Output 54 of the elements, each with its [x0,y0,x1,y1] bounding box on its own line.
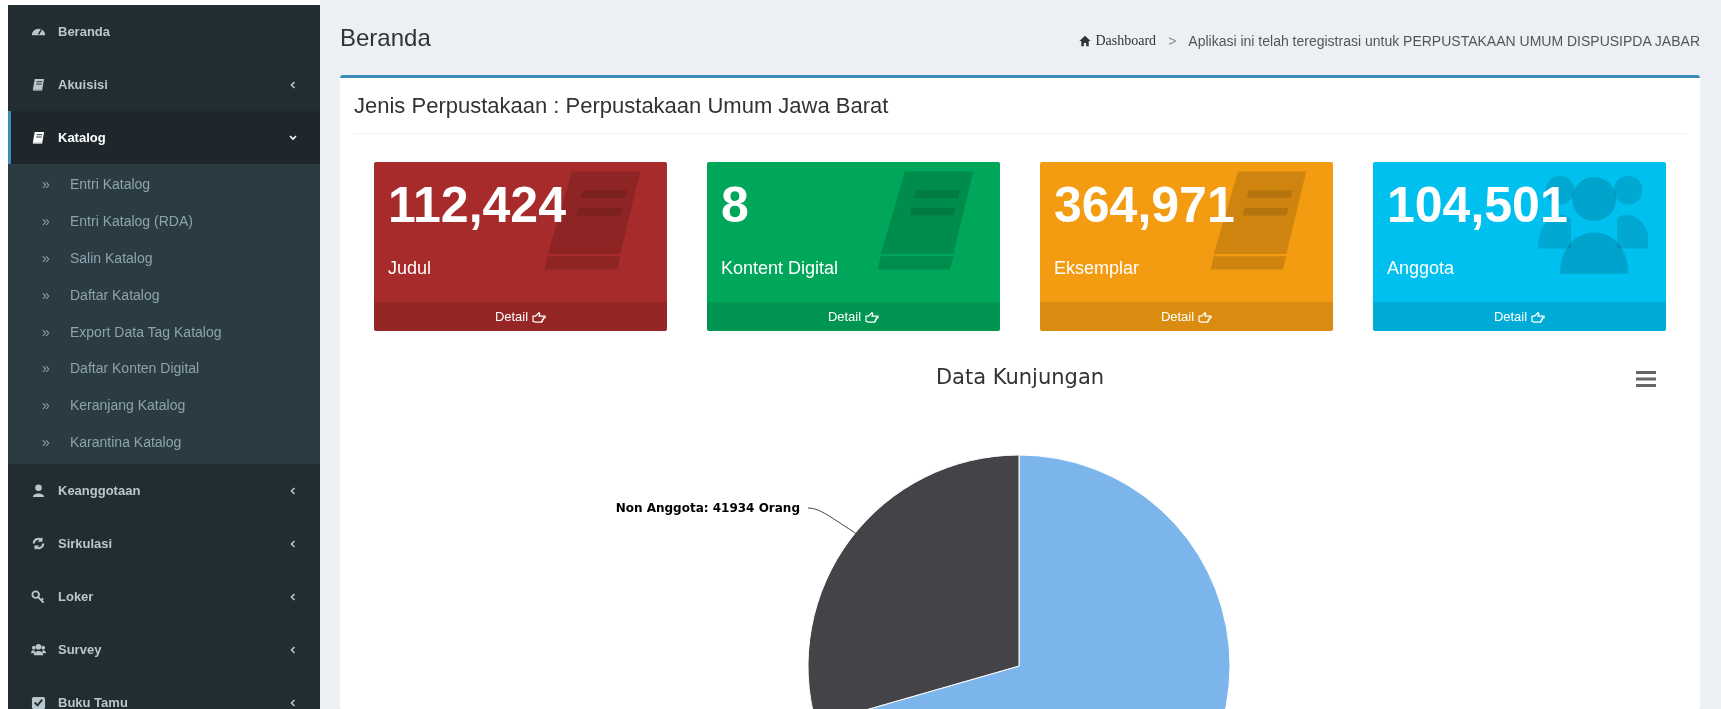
detail-link[interactable]: Detail [1040,302,1333,331]
chevron-left-icon [288,79,298,90]
sidebar-item[interactable]: Buku Tamu [8,676,320,709]
pointing-hand-icon [532,310,547,323]
chevron-left-icon [288,538,298,549]
slice-label: Non Anggota: 41934 Orang [615,501,800,515]
stat-label: Judul [388,258,432,279]
sidebar-item[interactable]: Katalog [8,111,320,164]
refresh-icon [31,536,46,552]
chevron-down-icon [288,132,298,143]
submenu-item[interactable]: » Daftar Konten Digital [8,350,320,387]
stat-label: Anggota [1387,258,1455,279]
pointing-hand-icon [1531,310,1546,323]
chevron-left-icon [288,485,298,496]
stat-value: 104,501 [1387,176,1568,234]
detail-link[interactable]: Detail [374,302,667,331]
chevron-left-icon [288,591,298,602]
stat-value: 8 [721,176,749,234]
chart-title: Data Kunjungan [935,365,1105,389]
person-icon [31,483,46,499]
submenu-item[interactable]: » Keranjang Katalog [8,386,320,424]
home-icon [1079,34,1092,47]
stat-label: Eksemplar [1054,258,1140,279]
chevron-left-icon [288,697,298,708]
stat-value: 112,424 [388,176,566,234]
book-icon [31,77,46,92]
submenu-item[interactable]: » Entri Katalog (RDA) [8,202,320,240]
breadcrumb-link[interactable]: Dashboard [1079,32,1157,49]
menu-icon[interactable] [1636,371,1656,387]
submenu-item[interactable]: » Karantina Katalog [8,423,320,461]
key-icon [31,589,46,605]
chevron-left-icon [288,644,298,655]
sidebar-item[interactable]: Loker [8,570,320,624]
breadcrumb-current: Aplikasi ini telah teregistrasi untuk PERPUSTAKAAN UMUM DISPUSIPDA JABAR [1188,32,1700,49]
people-icon [31,642,46,658]
submenu-item[interactable]: » Export Data Tag Katalog [8,313,320,350]
panel-title: Jenis Perpustakaan : Perpustakaan Umum Jawa Barat [354,92,889,119]
pointing-hand-icon [865,310,880,323]
submenu-item[interactable]: » Entri Katalog [8,166,320,203]
sidebar-item[interactable]: Akuisisi [8,58,320,111]
detail-link[interactable]: Detail [707,302,1000,331]
submenu-item[interactable]: » Salin Katalog [8,239,320,277]
stat-value: 364,971 [1054,176,1235,234]
submenu-item[interactable]: » Daftar Katalog [8,276,320,314]
sidebar-item[interactable]: Survey [8,623,320,677]
pointing-hand-icon [1198,310,1213,323]
page-title: Beranda [340,23,431,52]
stat-label: Kontent Digital [721,258,839,279]
sidebar-item[interactable]: Sirkulasi [8,517,320,571]
sidebar-item[interactable]: Keanggotaan [8,464,320,518]
sidebar-item[interactable]: Beranda [8,5,320,58]
detail-link[interactable]: Detail [1373,302,1666,331]
breadcrumb-separator: > [1168,32,1177,49]
book-icon [31,130,46,145]
